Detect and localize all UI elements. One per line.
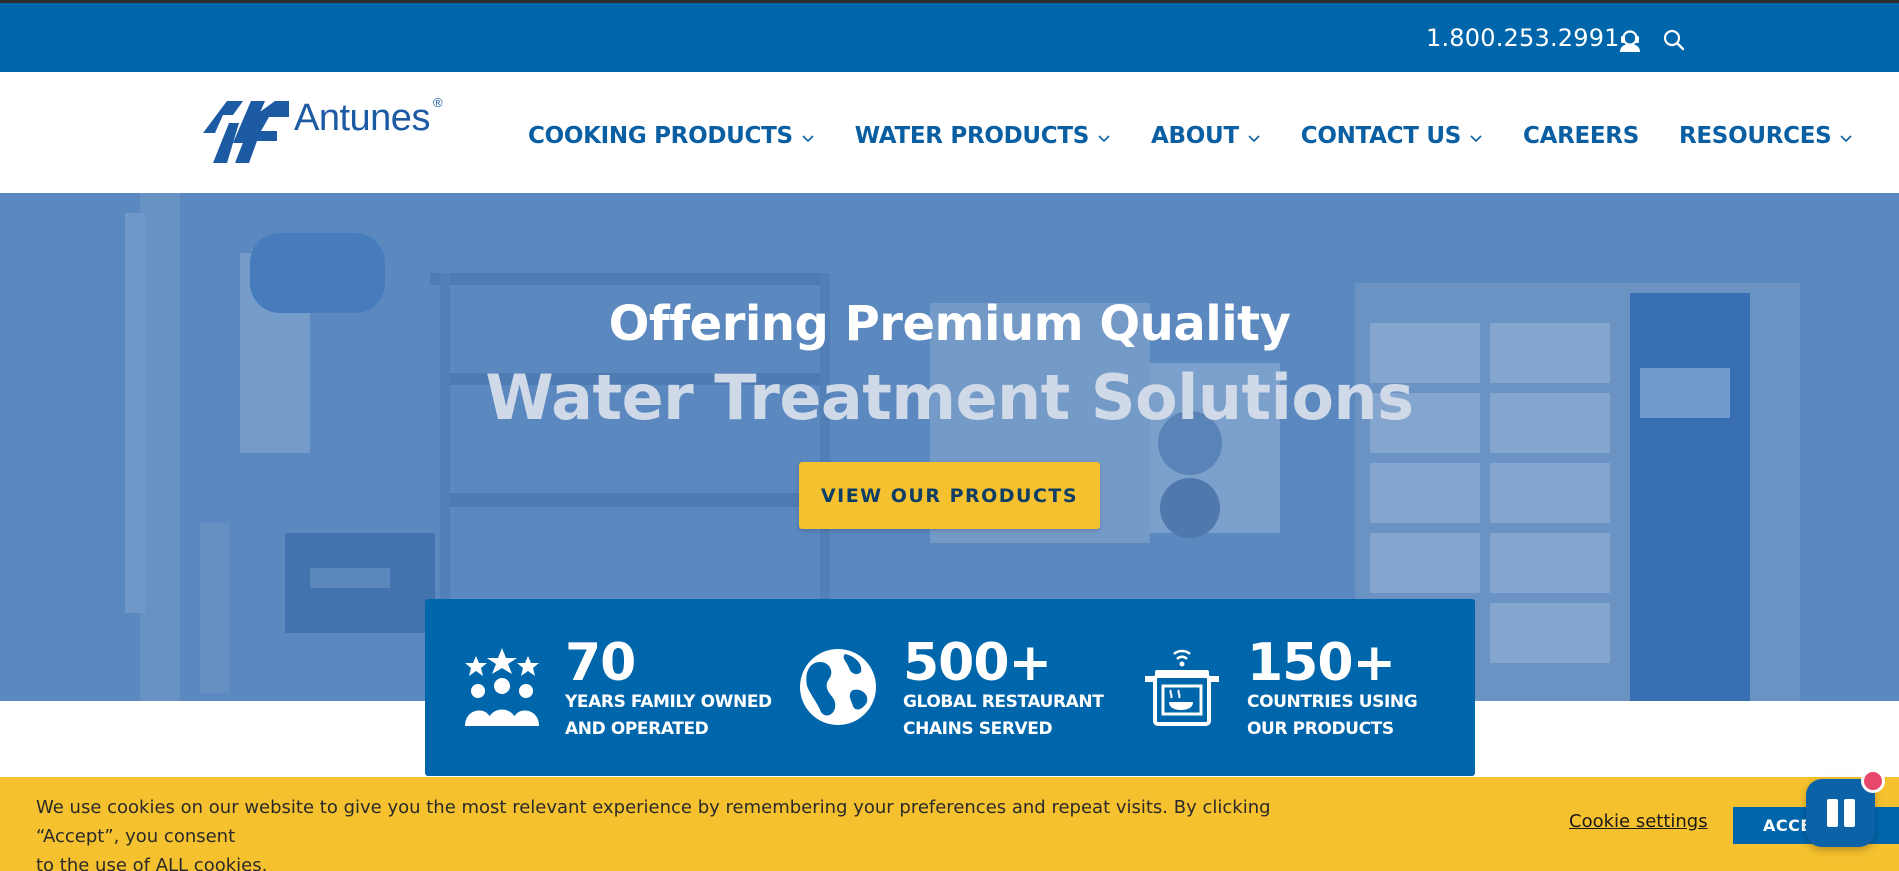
hero-title: Offering Premium Quality	[608, 296, 1291, 352]
family-stars-icon	[465, 648, 539, 726]
chat-widget-icon	[1827, 799, 1855, 827]
stat-label-line1: GLOBAL RESTAURANT	[903, 692, 1104, 712]
chevron-down-icon	[1098, 135, 1110, 143]
stat-years: 70 YEARS FAMILY OWNED AND OPERATED	[455, 599, 775, 776]
top-bar: 1.800.253.2991	[0, 3, 1899, 72]
cookie-consent-banner: We use cookies on our website to give yo…	[0, 777, 1899, 871]
stat-number: 70	[565, 633, 636, 693]
nav-label: RESOURCES	[1678, 123, 1832, 149]
stat-label: GLOBAL RESTAURANT CHAINS SERVED	[903, 689, 1123, 743]
stat-number: 150+	[1247, 633, 1396, 693]
logo-registered-mark: ®	[433, 95, 443, 110]
nav-label: CONTACT US	[1300, 123, 1462, 149]
stat-number: 500+	[903, 633, 1052, 693]
stat-label-line1: COUNTRIES USING	[1247, 692, 1418, 712]
site-header: Antunes ® COOKING PRODUCTS WATER PRODUCT…	[0, 72, 1899, 193]
phone-number-link[interactable]: 1.800.253.2991	[1426, 24, 1620, 52]
stat-label: COUNTRIES USING OUR PRODUCTS	[1247, 689, 1467, 743]
stat-countries: 150+ COUNTRIES USING OUR PRODUCTS	[1141, 599, 1461, 776]
chat-notification-badge	[1861, 769, 1885, 793]
stat-label-line2: CHAINS SERVED	[903, 719, 1053, 739]
stat-label-line2: OUR PRODUCTS	[1247, 719, 1394, 739]
search-icon[interactable]	[1662, 28, 1686, 52]
stats-panel: 70 YEARS FAMILY OWNED AND OPERATED 500+ …	[425, 599, 1475, 776]
stat-label: YEARS FAMILY OWNED AND OPERATED	[565, 689, 785, 743]
smart-cooker-icon	[1145, 649, 1219, 726]
stat-label-line2: AND OPERATED	[565, 719, 709, 739]
nav-label: ABOUT	[1151, 123, 1239, 149]
chevron-down-icon	[1248, 135, 1260, 143]
stat-chains: 500+ GLOBAL RESTAURANT CHAINS SERVED	[797, 599, 1117, 776]
antunes-logo-mark-icon	[203, 101, 289, 163]
nav-contact-us[interactable]: CONTACT US	[1301, 123, 1483, 149]
globe-icon	[800, 649, 876, 725]
cookie-message: We use cookies on our website to give yo…	[36, 793, 1356, 871]
nav-about[interactable]: ABOUT	[1151, 123, 1261, 149]
logo-wordmark: Antunes	[294, 97, 430, 139]
cookie-settings-link[interactable]: Cookie settings	[1569, 811, 1708, 832]
main-navigation: COOKING PRODUCTS WATER PRODUCTS ABOUT CO…	[528, 116, 1853, 156]
headset-support-icon[interactable]	[1617, 27, 1643, 53]
nav-resources[interactable]: RESOURCES	[1679, 123, 1853, 149]
chevron-down-icon	[802, 135, 814, 143]
cookie-message-line2: to the use of ALL cookies.	[36, 855, 268, 871]
nav-careers[interactable]: CAREERS	[1523, 123, 1639, 149]
hero-subtitle: Water Treatment Solutions	[485, 361, 1414, 434]
nav-label: WATER PRODUCTS	[854, 123, 1090, 149]
cookie-message-line1: We use cookies on our website to give yo…	[36, 797, 1271, 847]
chevron-down-icon	[1840, 135, 1852, 143]
chat-widget-button[interactable]	[1806, 769, 1885, 847]
stat-label-line1: YEARS FAMILY OWNED	[565, 692, 772, 712]
nav-label: CAREERS	[1522, 123, 1639, 149]
chevron-down-icon	[1470, 135, 1482, 143]
view-products-button[interactable]: VIEW OUR PRODUCTS	[799, 462, 1100, 529]
nav-label: COOKING PRODUCTS	[528, 123, 793, 149]
nav-cooking-products[interactable]: COOKING PRODUCTS	[528, 123, 815, 149]
antunes-logo[interactable]: Antunes ®	[203, 95, 453, 167]
nav-water-products[interactable]: WATER PRODUCTS	[855, 123, 1111, 149]
